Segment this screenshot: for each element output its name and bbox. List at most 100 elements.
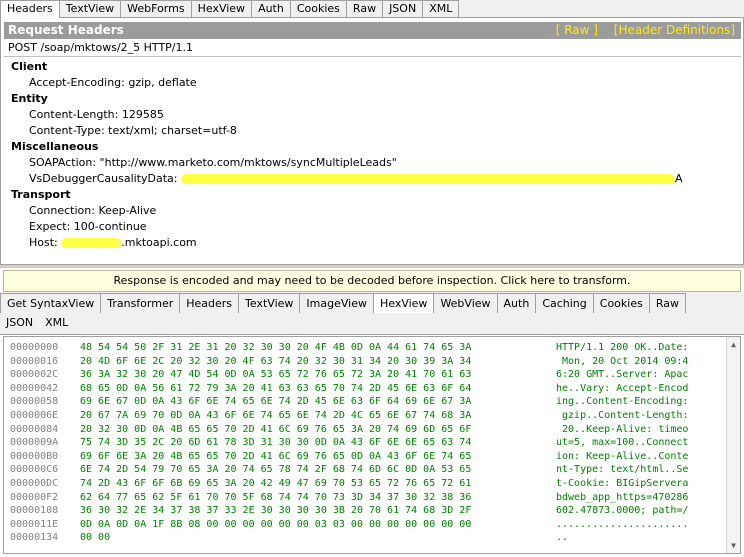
hex-bytes[interactable]: 36 3A 32 30 20 47 4D 54 0D 0A 53 65 72 7… [80,368,471,382]
hex-bytes[interactable]: 6E 74 2D 54 79 70 65 3A 20 74 65 78 74 2… [80,463,471,477]
hex-ascii[interactable]: he..Vary: Accept-Encod [556,382,688,396]
header-connection[interactable]: Connection: Keep-Alive [29,204,156,217]
hex-offset: 00000108 [10,505,59,517]
header-content-length[interactable]: Content-Length: 129585 [29,108,164,121]
request-tab-auth[interactable]: Auth [252,0,291,17]
request-headers-title-bar: Request Headers [ Raw ] [Header Definiti… [4,22,741,39]
group-entity[interactable]: Entity [11,92,48,105]
header-vsdebugger-tail: A [674,172,683,185]
transform-notice[interactable]: Response is encoded and may need to be d… [3,270,741,292]
hex-offset: 0000009A [10,437,59,449]
response-tab-headers[interactable]: Headers [180,293,240,313]
hex-offset: 00000084 [10,423,59,435]
hex-ascii[interactable]: gzip..Content-Length: [556,409,688,423]
hex-bytes[interactable]: 74 2D 43 6F 6F 6B 69 65 3A 20 42 49 47 6… [80,477,471,491]
header-host[interactable]: Host: .mktoapi.com [29,236,197,249]
header-host-suffix: .mktoapi.com [121,236,197,249]
hex-ascii[interactable]: nt-Type: text/html..Se [556,463,688,477]
hex-offset: 000000B0 [10,450,59,462]
hex-bytes[interactable]: 00 00 [80,531,110,545]
hex-bytes[interactable]: 48 54 54 50 2F 31 2E 31 20 32 30 30 20 4… [80,341,471,355]
response-tab-xml[interactable]: XML [39,313,74,334]
response-tab-textview[interactable]: TextView [239,293,301,313]
hex-ascii[interactable]: ...................... [556,518,688,532]
hex-bytes[interactable]: 62 64 77 65 62 5F 61 70 70 5F 68 74 74 7… [80,491,471,505]
response-tab-imageview[interactable]: ImageView [300,293,374,313]
request-headers-panel: Request Headers [ Raw ] [Header Definiti… [0,18,744,264]
header-soapaction[interactable]: SOAPAction: "http://www.marketo.com/mkto… [29,156,397,169]
request-tab-xml[interactable]: XML [423,0,460,17]
hex-ascii[interactable]: ing..Content-Encoding: [556,395,688,409]
hex-bytes[interactable]: 20 67 7A 69 70 0D 0A 43 6F 6E 74 65 6E 7… [80,409,471,423]
hex-offset: 000000DC [10,478,59,489]
hex-bytes[interactable]: 75 74 3D 35 2C 20 6D 61 78 3D 31 30 30 0… [80,436,471,450]
hex-offset: 000000C6 [10,464,59,476]
redaction-mark [180,174,675,184]
header-vsdebugger-label: VsDebuggerCausalityData: [29,172,181,185]
panel-splitter[interactable] [0,264,744,268]
hex-offset: 00000042 [10,382,59,394]
request-tab-hexview[interactable]: HexView [191,0,253,17]
hex-ascii[interactable]: .. [556,531,568,545]
vertical-scrollbar[interactable]: ▲ ▼ [726,337,740,553]
group-transport[interactable]: Transport [11,188,71,201]
hex-bytes[interactable]: 69 6F 6E 3A 20 4B 65 65 70 2D 41 6C 69 7… [80,450,471,464]
hex-bytes[interactable]: 20 32 30 0D 0A 4B 65 65 70 2D 41 6C 69 7… [80,423,471,437]
hex-offset: 00000000 [10,342,59,353]
response-tab-webview[interactable]: WebView [434,293,498,313]
scroll-down-icon[interactable]: ▼ [729,541,738,550]
response-tab-bar: Get SyntaxView Transformer Headers TextView… [0,292,744,314]
response-tab-bar-row2: JSON XML [0,313,744,335]
response-tab-transformer[interactable]: Transformer [101,293,181,313]
hex-bytes[interactable]: 69 6E 67 0D 0A 43 6F 6E 74 65 6E 74 2D 4… [80,395,471,409]
request-tab-json[interactable]: JSON [383,0,424,17]
request-headers-title: Request Headers [8,23,124,37]
hex-bytes[interactable]: 36 30 32 2E 34 37 38 37 33 2E 30 30 30 3… [80,504,471,518]
hex-offset: 0000002C [10,369,59,381]
request-tab-headers[interactable]: Headers [0,0,60,18]
hex-offset: 00000016 [10,355,59,367]
divider [4,56,741,57]
group-client[interactable]: Client [11,60,47,73]
hex-ascii[interactable]: t-Cookie: BIGipServera [556,477,688,491]
header-host-prefix: Host: [29,236,62,249]
group-miscellaneous[interactable]: Miscellaneous [11,140,98,153]
request-tab-cookies[interactable]: Cookies [290,0,347,17]
header-accept-encoding[interactable]: Accept-Encoding: gzip, deflate [29,76,197,89]
response-tab-cookies[interactable]: Cookies [593,293,650,313]
hex-offset: 000000F2 [10,491,59,503]
request-line: POST /soap/mktows/2_5 HTTP/1.1 [8,41,193,54]
hex-bytes[interactable]: 20 4D 6F 6E 2C 20 32 30 20 4F 63 74 20 3… [80,355,471,369]
response-tab-hexview[interactable]: HexView [373,293,435,314]
hex-bytes[interactable]: 68 65 0D 0A 56 61 72 79 3A 20 41 63 63 6… [80,382,471,396]
request-tab-webforms[interactable]: WebForms [121,0,192,17]
hex-ascii[interactable]: ut=5, max=100..Connect [556,436,688,450]
raw-link[interactable]: [ Raw ] [556,23,598,37]
hex-offset: 0000006E [10,410,59,421]
hex-ascii[interactable]: ion: Keep-Alive..Conte [556,450,688,464]
hex-ascii[interactable]: 6:20 GMT..Server: Apac [556,368,688,382]
scroll-up-icon[interactable]: ▲ [729,340,738,349]
hex-bytes[interactable]: 0D 0A 0D 0A 1F 8B 08 00 00 00 00 00 00 0… [80,518,471,532]
header-links: [ Raw ] [Header Definitions] [544,22,735,39]
response-tab-raw[interactable]: Raw [649,293,686,313]
request-tab-bar: Headers TextView WebForms HexView Auth Cookie… [0,0,744,18]
hex-ascii[interactable]: 602.47873.0000; path=/ [556,504,688,518]
request-tab-textview[interactable]: TextView [59,0,122,17]
response-tab-auth[interactable]: Auth [497,293,537,313]
hex-offset: 00000058 [10,396,59,408]
header-expect[interactable]: Expect: 100-continue [29,220,147,233]
header-content-type[interactable]: Content-Type: text/xml; charset=utf-8 [29,124,237,137]
response-tab-json[interactable]: JSON [0,313,39,334]
response-tab-caching[interactable]: Caching [536,293,594,313]
hex-ascii[interactable]: 20..Keep-Alive: timeo [556,423,688,437]
response-tab-get-syntaxview[interactable]: Get SyntaxView [0,293,102,313]
hex-ascii[interactable]: HTTP/1.1 200 OK..Date: [556,341,688,355]
redaction-mark [61,238,122,248]
header-definitions-link[interactable]: [Header Definitions] [614,23,735,37]
hex-ascii[interactable]: bdweb_app_https=470286 [556,491,688,505]
hex-ascii[interactable]: Mon, 20 Oct 2014 09:4 [556,355,688,369]
request-tab-raw[interactable]: Raw [346,0,384,17]
hex-view[interactable]: ▲ ▼ 00000000 48 54 54 50 2F 31 2E 31 20 3… [3,336,741,554]
header-vsdebugger[interactable]: VsDebuggerCausalityData: A [29,172,683,185]
